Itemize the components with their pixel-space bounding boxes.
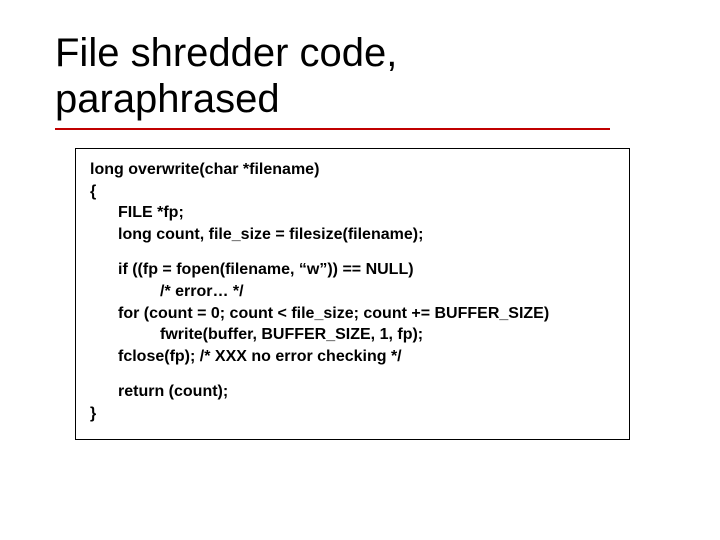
blank-line [90,367,615,381]
code-line: FILE *fp; [90,202,615,224]
slide: File shredder code, paraphrased long ove… [0,0,720,470]
code-line: /* error… */ [90,281,615,303]
slide-title: File shredder code, paraphrased [55,30,670,122]
code-line: if ((fp = fopen(filename, “w”)) == NULL) [90,259,615,281]
blank-line [90,245,615,259]
code-line: for (count = 0; count < file_size; count… [90,303,615,325]
title-line-1: File shredder code, [55,31,397,75]
code-line: fclose(fp); /* XXX no error checking */ [90,346,615,368]
code-line: fwrite(buffer, BUFFER_SIZE, 1, fp); [90,324,615,346]
title-underline [55,128,610,130]
code-line: } [90,403,615,425]
code-line: long count, file_size = filesize(filenam… [90,224,615,246]
code-line: long overwrite(char *filename) [90,159,615,181]
code-line: { [90,181,615,203]
title-line-2: paraphrased [55,77,280,121]
code-box: long overwrite(char *filename) { FILE *f… [75,148,630,440]
code-line: return (count); [90,381,615,403]
